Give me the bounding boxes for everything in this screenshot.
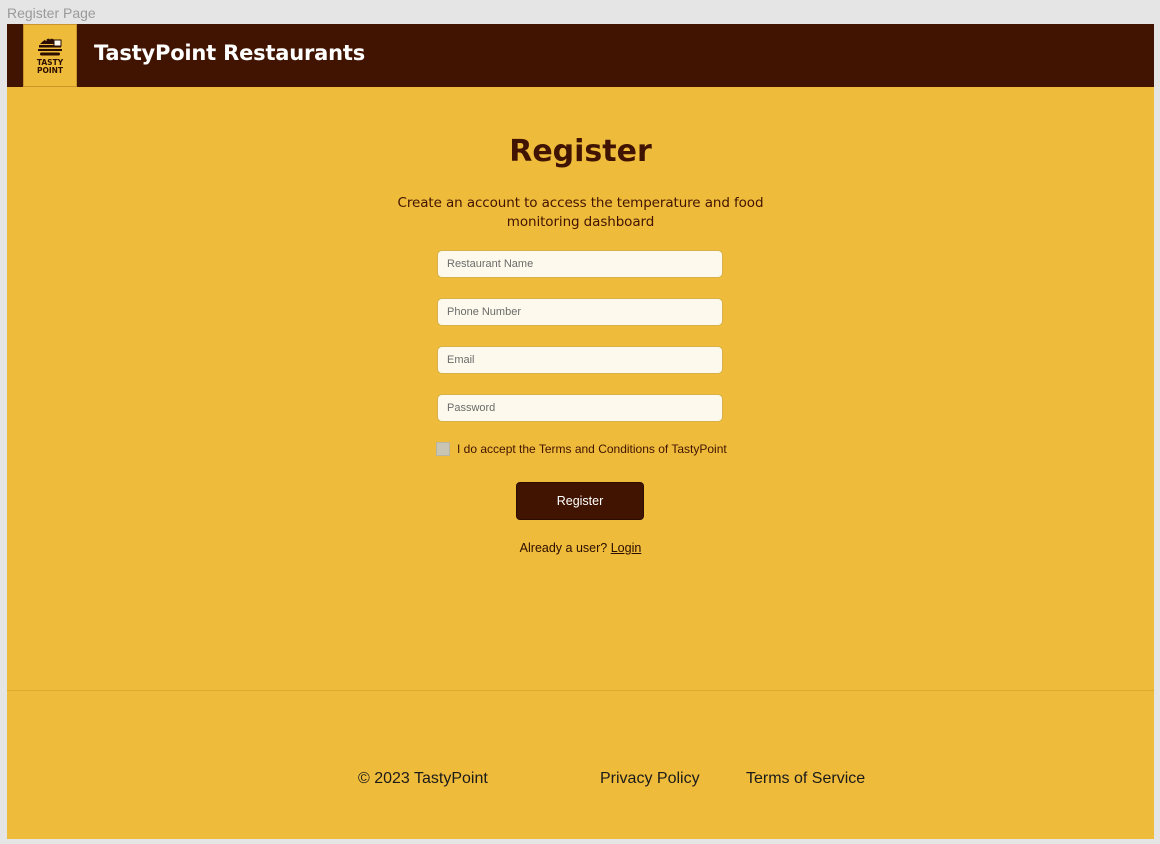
brand-title[interactable]: TastyPoint Restaurants — [94, 41, 365, 65]
page-title: Register — [509, 134, 652, 169]
register-page: TASTY POINT TastyPoint Restaurants Regis… — [7, 24, 1154, 839]
login-link[interactable]: Login — [611, 541, 642, 555]
email-input[interactable] — [437, 346, 723, 374]
terms-checkbox[interactable] — [436, 442, 450, 456]
page-subtitle: Create an account to access the temperat… — [397, 195, 764, 230]
burger-logo-icon — [38, 37, 62, 56]
top-header: TASTY POINT TastyPoint Restaurants — [7, 24, 1154, 87]
footer-terms-link[interactable]: Terms of Service — [746, 770, 865, 788]
restaurant-name-input[interactable] — [437, 250, 723, 278]
password-input[interactable] — [437, 394, 723, 422]
terms-label[interactable]: I do accept the Terms and Conditions of … — [457, 442, 727, 456]
logo-text-line2: POINT — [36, 66, 64, 75]
footer-divider — [7, 690, 1154, 691]
footer-copyright: © 2023 TastyPoint — [358, 770, 488, 787]
frame-label: Register Page — [7, 5, 96, 21]
already-user-text: Already a user? — [519, 541, 608, 555]
register-button[interactable]: Register — [516, 482, 644, 520]
phone-number-input[interactable] — [437, 298, 723, 326]
terms-row: I do accept the Terms and Conditions of … — [436, 441, 727, 457]
footer-privacy-link[interactable]: Privacy Policy — [600, 770, 700, 788]
login-prompt: Already a user? Login — [7, 541, 1154, 555]
tastypoint-logo[interactable]: TASTY POINT — [23, 24, 77, 87]
